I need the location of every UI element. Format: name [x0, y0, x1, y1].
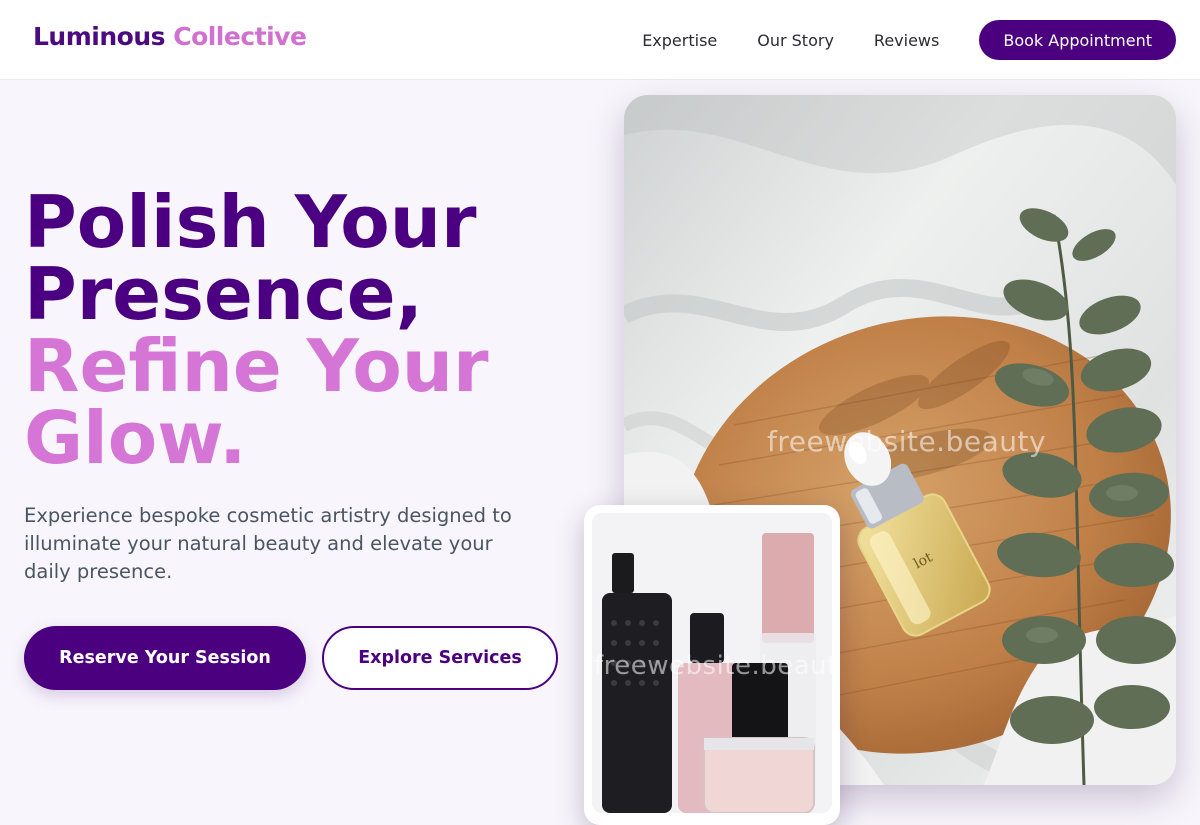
hero-subtitle: Experience bespoke cosmetic artistry des… [24, 504, 512, 583]
nav-link-reviews[interactable]: Reviews [874, 31, 939, 50]
hero-headline: Polish Your Presence, Refine Your Glow. [24, 186, 584, 474]
headline-line-3: Refine Your [24, 324, 489, 408]
brand-logo[interactable]: Luminous Collective [33, 22, 307, 51]
logo-accent-text: Collective [173, 22, 307, 51]
inset-image-watermark: freewebsite.beauty [594, 651, 840, 681]
headline-line-1: Polish Your [24, 180, 477, 264]
main-image-watermark: freewebsite.beauty [767, 425, 1047, 458]
headline-line-2: Presence, [24, 252, 423, 336]
site-header: Luminous Collective Expertise Our Story … [0, 0, 1200, 80]
nav-link-our-story[interactable]: Our Story [757, 31, 834, 50]
book-appointment-button[interactable]: Book Appointment [979, 20, 1176, 60]
headline-line-4: Glow. [24, 396, 247, 480]
main-nav: Expertise Our Story Reviews Book Appoint… [642, 20, 1176, 60]
reserve-session-button[interactable]: Reserve Your Session [24, 626, 306, 690]
logo-primary-text: Luminous [33, 22, 166, 51]
nav-link-expertise[interactable]: Expertise [642, 31, 717, 50]
hero-inset-image-card: freewebsite.beauty [584, 505, 840, 825]
explore-services-button[interactable]: Explore Services [322, 626, 558, 690]
